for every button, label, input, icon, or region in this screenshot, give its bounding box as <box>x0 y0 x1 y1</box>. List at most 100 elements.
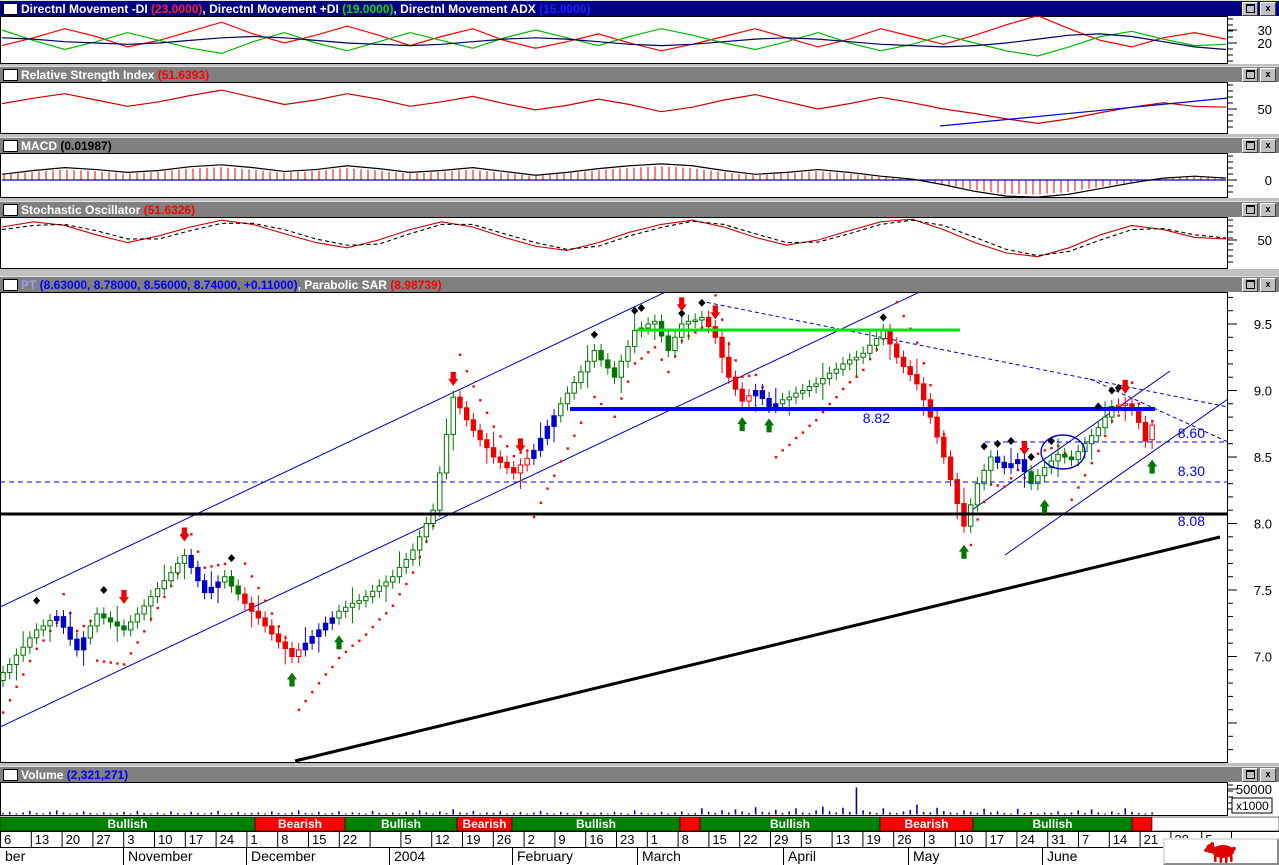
maximize-button[interactable] <box>1242 1 1258 16</box>
svg-text:ber: ber <box>5 848 26 864</box>
svg-text:20: 20 <box>1258 36 1272 51</box>
svg-text:1: 1 <box>250 832 257 847</box>
svg-text:1: 1 <box>651 832 658 847</box>
rsi-titlebar[interactable]: Relative Strength Index (51.6393) x <box>0 66 1279 82</box>
close-button[interactable]: x <box>1260 202 1276 217</box>
close-icon: x <box>1265 3 1271 13</box>
rsi-title: Relative Strength Index (51.6393) <box>21 67 210 82</box>
maximize-icon <box>1245 280 1255 289</box>
svg-text:22: 22 <box>743 832 757 847</box>
bear-icon <box>1204 841 1236 863</box>
svg-text:9.5: 9.5 <box>1254 317 1272 332</box>
svg-text:April: April <box>788 848 816 864</box>
svg-text:Bullish: Bullish <box>381 817 421 831</box>
directional-movement-panel: Directnl Movement -DI (23.0000), Directn… <box>0 0 1279 64</box>
macd-titlebar[interactable]: MACD (0.01987) x <box>0 137 1279 153</box>
svg-text:15: 15 <box>712 832 726 847</box>
directional-movement-title: Directnl Movement -DI (23.0000), Directn… <box>21 1 591 16</box>
close-button[interactable]: x <box>1260 1 1276 16</box>
close-button[interactable]: x <box>1260 138 1276 153</box>
maximize-icon <box>1245 4 1255 13</box>
svg-text:23: 23 <box>620 832 634 847</box>
svg-text:2: 2 <box>528 832 535 847</box>
close-icon: x <box>1265 204 1271 214</box>
price-title: PT (8.63000, 8.78000, 8.56000, 8.74000, … <box>21 277 442 292</box>
directional-movement-titlebar[interactable]: Directnl Movement -DI (23.0000), Directn… <box>0 0 1279 16</box>
svg-text:7.5: 7.5 <box>1254 583 1272 598</box>
svg-text:8.08: 8.08 <box>1178 513 1205 529</box>
maximize-button[interactable] <box>1242 67 1258 82</box>
panel-icon <box>3 2 18 15</box>
macd-plot: 0 <box>0 153 1279 198</box>
maximize-button[interactable] <box>1242 202 1258 217</box>
svg-text:0: 0 <box>1265 173 1272 188</box>
svg-text:29: 29 <box>774 832 788 847</box>
svg-text:March: March <box>642 848 681 864</box>
svg-text:Bullish: Bullish <box>770 817 810 831</box>
svg-text:8.5: 8.5 <box>1254 450 1272 465</box>
close-button[interactable]: x <box>1260 277 1276 292</box>
svg-text:x1000: x1000 <box>1236 799 1269 813</box>
svg-text:10: 10 <box>158 832 172 847</box>
svg-text:8.30: 8.30 <box>1178 463 1205 479</box>
svg-text:3: 3 <box>127 832 134 847</box>
svg-text:3: 3 <box>928 832 935 847</box>
volume-panel: Volume (2,321,271) x 50000 x1000 <box>0 766 1279 816</box>
maximize-icon <box>1245 205 1255 214</box>
maximize-button[interactable] <box>1242 767 1258 782</box>
price-titlebar[interactable]: PT (8.63000, 8.78000, 8.56000, 8.74000, … <box>0 276 1279 292</box>
svg-text:22: 22 <box>343 832 357 847</box>
svg-text:8.82: 8.82 <box>863 410 890 426</box>
svg-text:9.0: 9.0 <box>1254 384 1272 399</box>
svg-text:13: 13 <box>836 832 850 847</box>
expert-advisor-button[interactable] <box>1163 838 1279 865</box>
close-button[interactable]: x <box>1260 767 1276 782</box>
svg-text:14: 14 <box>1113 832 1127 847</box>
svg-text:June: June <box>1047 848 1078 864</box>
svg-text:27: 27 <box>96 832 110 847</box>
macd-title: MACD (0.01987) <box>21 138 112 153</box>
stochastic-titlebar[interactable]: Stochastic Oscillator (51.6326) x <box>0 201 1279 217</box>
volume-titlebar[interactable]: Volume (2,321,271) x <box>0 766 1279 782</box>
svg-text:9: 9 <box>558 832 565 847</box>
svg-text:13: 13 <box>35 832 49 847</box>
svg-text:November: November <box>128 848 193 864</box>
expert-advisor-ribbon: Bullish Bearish Bullish Bearish Bullish Bulli… <box>0 817 1279 831</box>
svg-text:December: December <box>251 848 316 864</box>
svg-text:2004: 2004 <box>394 848 425 864</box>
svg-text:7.0: 7.0 <box>1254 650 1272 665</box>
macd-panel: MACD (0.01987) x 0 <box>0 137 1279 198</box>
stochastic-plot: 50 <box>0 217 1279 269</box>
svg-text:31: 31 <box>1051 832 1065 847</box>
maximize-icon <box>1245 141 1255 150</box>
svg-text:February: February <box>517 848 573 864</box>
svg-text:8.60: 8.60 <box>1178 425 1205 441</box>
svg-text:6: 6 <box>4 832 11 847</box>
svg-text:5: 5 <box>805 832 812 847</box>
panel-icon <box>3 203 18 216</box>
maximize-button[interactable] <box>1242 277 1258 292</box>
svg-text:19: 19 <box>466 832 480 847</box>
close-button[interactable]: x <box>1260 67 1276 82</box>
panel-icon <box>3 68 18 81</box>
svg-text:Bullish: Bullish <box>1032 817 1072 831</box>
volume-title: Volume (2,321,271) <box>21 767 129 782</box>
stochastic-title: Stochastic Oscillator (51.6326) <box>21 202 196 217</box>
svg-text:8: 8 <box>281 832 288 847</box>
svg-text:17: 17 <box>990 832 1004 847</box>
price-panel: PT (8.63000, 8.78000, 8.56000, 8.74000, … <box>0 276 1279 763</box>
close-icon: x <box>1265 69 1271 79</box>
date-axis: 6 13 20 27 3 10 17 24 1 8 15 22 5 12 19 26 2 9 16 23 1 8 15 22 2… <box>0 831 1279 865</box>
svg-text:50: 50 <box>1258 233 1272 248</box>
svg-text:12: 12 <box>435 832 449 847</box>
volume-plot: 50000 x1000 <box>0 782 1279 816</box>
svg-text:20: 20 <box>66 832 80 847</box>
svg-text:50000: 50000 <box>1236 782 1272 797</box>
maximize-icon <box>1245 70 1255 79</box>
maximize-button[interactable] <box>1242 138 1258 153</box>
svg-text:8.0: 8.0 <box>1254 517 1272 532</box>
svg-text:16: 16 <box>589 832 603 847</box>
close-icon: x <box>1265 769 1271 779</box>
svg-text:24: 24 <box>1020 832 1034 847</box>
svg-text:Bearish: Bearish <box>904 817 948 831</box>
